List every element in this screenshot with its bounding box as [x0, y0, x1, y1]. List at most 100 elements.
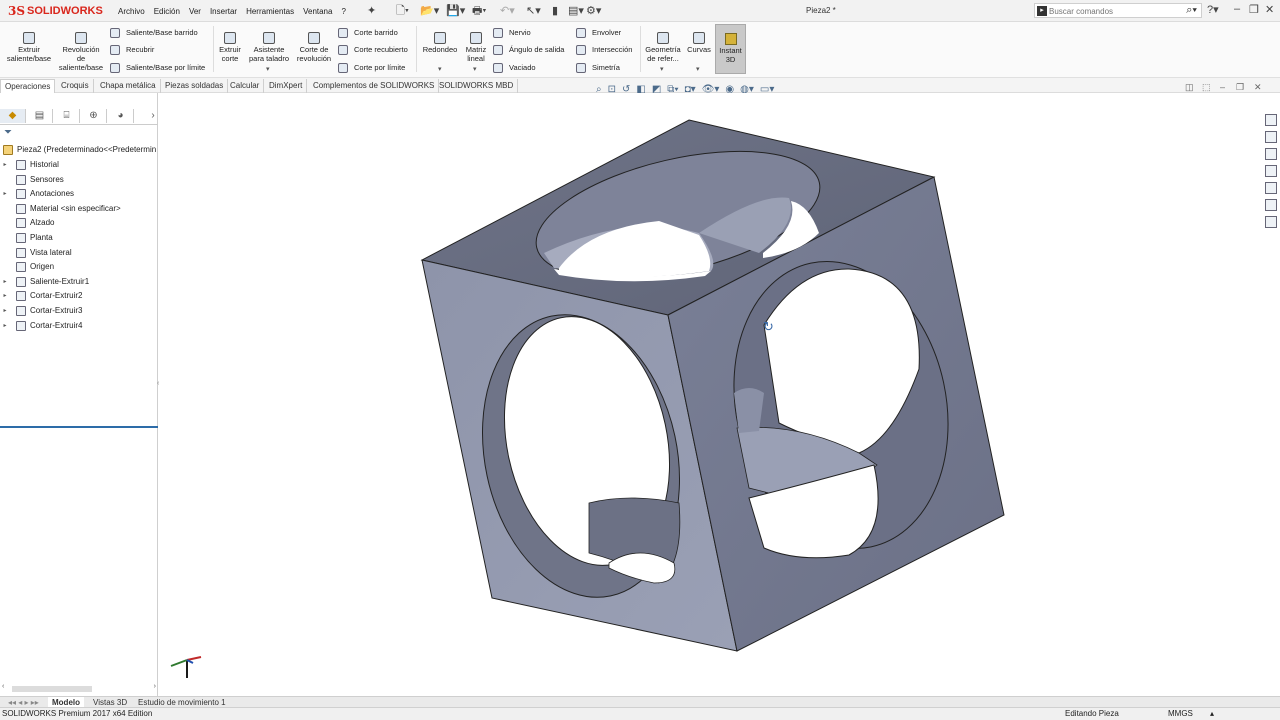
- minimize-icon[interactable]: –: [1234, 3, 1240, 15]
- viewport-minimize-icon[interactable]: –: [1220, 82, 1225, 92]
- configuration-manager-tab-icon[interactable]: ⌸: [54, 109, 80, 123]
- print-icon[interactable]: 🖶▾: [472, 4, 486, 18]
- file-explorer-icon[interactable]: [1265, 165, 1277, 177]
- saliente-limite-button[interactable]: Saliente/Base por límite: [110, 62, 205, 74]
- expand-arrow-icon[interactable]: ▸: [0, 319, 10, 333]
- tab-complementos[interactable]: Complementos de SOLIDWORKS: [309, 79, 440, 93]
- resources-icon[interactable]: [1265, 131, 1277, 143]
- tree-item[interactable]: Sensores: [0, 173, 64, 187]
- extruir-corte-button[interactable]: Extruir corte: [216, 26, 244, 63]
- tree-item[interactable]: ▸ Historial: [0, 158, 59, 172]
- tree-item[interactable]: Alzado: [0, 216, 54, 230]
- interseccion-button[interactable]: Intersección: [576, 44, 632, 56]
- tree-item[interactable]: ▸ Anotaciones: [0, 187, 74, 201]
- search-icon[interactable]: ⌕▾: [1186, 4, 1197, 17]
- tree-item[interactable]: ▸ Cortar-Extruir2: [0, 289, 82, 303]
- hole-wizard-dropdown-icon[interactable]: ▾: [266, 65, 270, 73]
- simetria-button[interactable]: Simetría: [576, 62, 620, 74]
- revolucion-saliente-button[interactable]: Revolución de saliente/base: [58, 26, 104, 72]
- dimxpert-manager-tab-icon[interactable]: ⊕: [81, 109, 107, 123]
- menu-ver[interactable]: Ver: [189, 7, 201, 16]
- corte-limite-button[interactable]: Corte por límite: [338, 62, 405, 74]
- tree-item[interactable]: ▸ Cortar-Extruir3: [0, 304, 82, 318]
- tab-piezas-soldadas[interactable]: Piezas soldadas: [161, 79, 229, 93]
- scroll-thumb[interactable]: [12, 686, 92, 692]
- restore-icon[interactable]: ❐: [1249, 3, 1259, 16]
- viewport-expand-icon[interactable]: ⬚: [1202, 82, 1211, 93]
- close-icon[interactable]: ✕: [1265, 3, 1274, 16]
- corte-recubierto-button[interactable]: Corte recubierto: [338, 44, 408, 56]
- forum-icon[interactable]: [1265, 216, 1277, 228]
- tree-root[interactable]: Pieza2 (Predeterminado<<Predetermin: [0, 143, 156, 157]
- pattern-dropdown-icon[interactable]: ▾: [473, 65, 477, 73]
- units-dropdown-icon[interactable]: ▴: [1210, 708, 1214, 720]
- tree-item[interactable]: Material <sin especificar>: [0, 202, 121, 216]
- options-gear-icon[interactable]: ⚙▾: [586, 4, 601, 18]
- curves-dropdown-icon[interactable]: ▾: [696, 65, 700, 73]
- viewport-restore-icon[interactable]: ❐: [1236, 82, 1244, 93]
- home-icon[interactable]: [1265, 114, 1277, 126]
- expand-arrow-icon[interactable]: ▸: [0, 187, 10, 201]
- graphics-area[interactable]: ↻: [159, 93, 1262, 696]
- tab-solidworks-mbd[interactable]: SOLIDWORKS MBD: [435, 79, 519, 93]
- vaciado-button[interactable]: Vaciado: [493, 62, 536, 74]
- angulo-salida-button[interactable]: Ángulo de salida: [493, 44, 564, 56]
- expand-arrow-icon[interactable]: ▸: [0, 289, 10, 303]
- menu-ventana[interactable]: Ventana: [303, 7, 332, 16]
- display-manager-tab-icon[interactable]: ◕: [108, 109, 134, 123]
- viewport-close-icon[interactable]: ✕: [1254, 82, 1262, 93]
- menu-insertar[interactable]: Insertar: [210, 7, 237, 16]
- nervio-button[interactable]: Nervio: [493, 27, 531, 39]
- reference-geometry-dropdown-icon[interactable]: ▾: [660, 65, 664, 73]
- menu-help[interactable]: ?: [341, 7, 345, 16]
- search-input[interactable]: [1049, 5, 1179, 17]
- saliente-barrido-button[interactable]: Saliente/Base barrido: [110, 27, 198, 39]
- viewport-split-icon[interactable]: ◫: [1185, 82, 1194, 93]
- file-properties-icon[interactable]: ▤▾: [568, 4, 584, 18]
- design-library-icon[interactable]: [1265, 148, 1277, 160]
- tree-horizontal-scrollbar[interactable]: ‹ ›: [2, 683, 156, 694]
- tab-dimxpert[interactable]: DimXpert: [265, 79, 308, 93]
- recubrir-button[interactable]: Recubrir: [110, 44, 154, 56]
- redondeo-button[interactable]: Redondeo: [420, 26, 460, 54]
- scroll-right-icon[interactable]: ›: [154, 683, 156, 690]
- tree-item[interactable]: Vista lateral: [0, 246, 72, 260]
- menu-archivo[interactable]: Archivo: [118, 7, 145, 16]
- fillet-dropdown-icon[interactable]: ▾: [438, 65, 442, 73]
- open-icon[interactable]: 📂▾: [420, 4, 439, 18]
- envolver-button[interactable]: Envolver: [576, 27, 621, 39]
- undo-icon[interactable]: ↶▾: [500, 4, 515, 18]
- tree-item[interactable]: Planta: [0, 231, 53, 245]
- select-arrow-icon[interactable]: ↖▾: [526, 4, 541, 18]
- extruir-saliente-button[interactable]: Extruir saliente/base: [6, 26, 52, 63]
- matriz-lineal-button[interactable]: Matriz lineal: [463, 26, 489, 63]
- expand-arrow-icon[interactable]: ▸: [0, 304, 10, 318]
- menu-herramientas[interactable]: Herramientas: [246, 7, 294, 16]
- save-icon[interactable]: 💾▾: [446, 4, 465, 18]
- custom-properties-icon[interactable]: [1265, 199, 1277, 211]
- geometria-referencia-button[interactable]: Geometría de refer...: [643, 26, 683, 63]
- menu-edicion[interactable]: Edición: [154, 7, 180, 16]
- tab-croquis[interactable]: Croquis: [57, 79, 94, 93]
- orientation-triad-icon[interactable]: [170, 656, 202, 678]
- tab-operaciones[interactable]: Operaciones: [0, 79, 56, 93]
- pin-icon[interactable]: ✦: [367, 4, 376, 18]
- model-view[interactable]: ↻: [159, 93, 1262, 696]
- feature-tree-tab-icon[interactable]: ◆: [0, 109, 26, 123]
- tree-item[interactable]: ▸ Saliente-Extruir1: [0, 275, 89, 289]
- tab-chapa-metalica[interactable]: Chapa metálica: [96, 79, 161, 93]
- instant3d-button[interactable]: Instant 3D: [715, 24, 746, 74]
- property-manager-tab-icon[interactable]: ▤: [27, 109, 53, 123]
- corte-barrido-button[interactable]: Corte barrido: [338, 27, 398, 39]
- scroll-left-icon[interactable]: ‹: [2, 683, 4, 690]
- expand-arrow-icon[interactable]: ▸: [0, 275, 10, 289]
- filter-icon[interactable]: ⏷: [4, 127, 12, 138]
- tab-calcular[interactable]: Calcular: [226, 79, 265, 93]
- curvas-button[interactable]: Curvas: [686, 26, 712, 54]
- help-icon[interactable]: ?▾: [1207, 3, 1219, 16]
- search-commands-box[interactable]: ▸ ⌕▾: [1034, 3, 1202, 18]
- expand-arrow-icon[interactable]: ▸: [0, 158, 10, 172]
- solidworks-logo[interactable]: 3S SOLIDWORKS: [8, 4, 103, 18]
- appearances-icon[interactable]: [1265, 182, 1277, 194]
- units-selector[interactable]: MMGS: [1168, 708, 1193, 720]
